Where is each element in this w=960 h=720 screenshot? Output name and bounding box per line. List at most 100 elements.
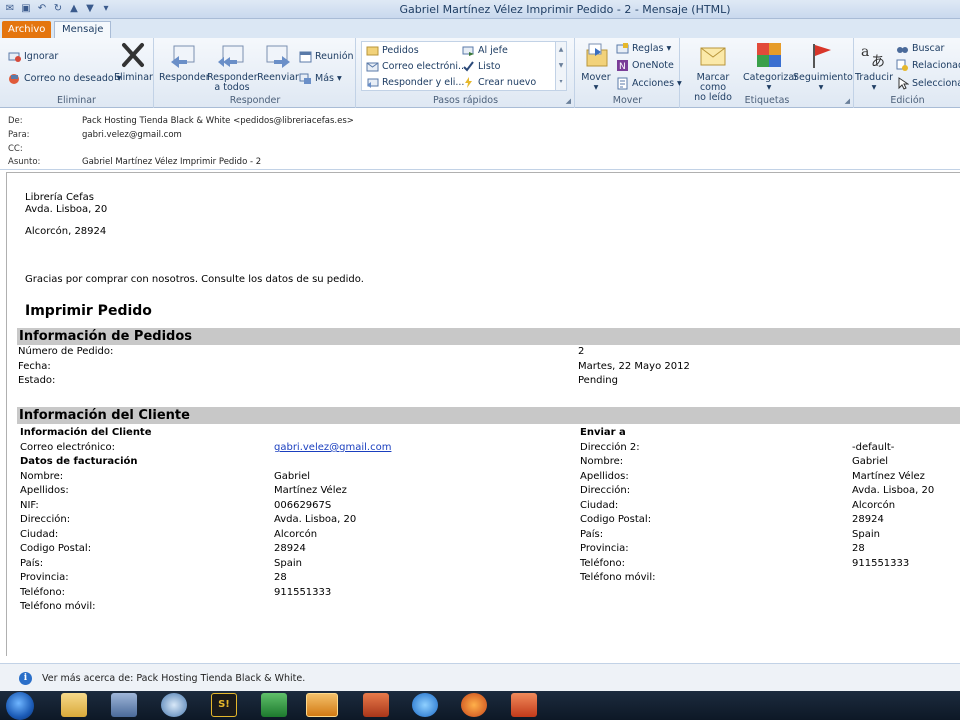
translate-button[interactable]: aあ Traducir ▾ bbox=[855, 40, 893, 93]
more-icon bbox=[299, 73, 311, 84]
junk-icon bbox=[9, 74, 19, 84]
billing-label: Ciudad: bbox=[20, 529, 59, 540]
categorize-button[interactable]: Categorizar ▾ bbox=[743, 40, 798, 93]
quick-step-listo[interactable]: Listo bbox=[462, 60, 500, 73]
quick-step-correo[interactable]: Correo electróni... bbox=[366, 60, 467, 73]
excel-icon[interactable] bbox=[261, 693, 287, 717]
ship-label: Apellidos: bbox=[580, 471, 629, 482]
billing-value: 911551333 bbox=[274, 587, 332, 598]
store-city: Alcorcón, 28924 bbox=[25, 226, 107, 237]
more-button[interactable]: Más ▾ bbox=[299, 72, 342, 85]
categorize-icon bbox=[757, 43, 781, 67]
lightning-icon bbox=[465, 77, 472, 88]
svg-text:a: a bbox=[861, 44, 869, 60]
internet-explorer-icon[interactable] bbox=[412, 693, 438, 717]
onenote-icon: N bbox=[617, 60, 628, 72]
to-value[interactable]: gabri.velez@gmail.com bbox=[82, 130, 182, 140]
group-label-quick-steps: Pasos rápidos bbox=[432, 95, 499, 106]
firefox-icon[interactable] bbox=[461, 693, 487, 717]
book-app-icon[interactable] bbox=[363, 693, 389, 717]
tab-message[interactable]: Mensaje bbox=[54, 21, 112, 39]
billing-value: Avda. Lisboa, 20 bbox=[274, 514, 357, 525]
group-label-eliminar: Eliminar bbox=[57, 95, 96, 106]
forward-button[interactable]: Reenviar bbox=[257, 40, 299, 83]
quick-step-crear-nuevo[interactable]: Crear nuevo bbox=[462, 76, 536, 89]
billing-value: Gabriel bbox=[274, 471, 311, 482]
ship-value: Avda. Lisboa, 20 bbox=[852, 485, 935, 496]
ship-label: Nombre: bbox=[580, 456, 624, 467]
meeting-button[interactable]: Reunión bbox=[299, 50, 354, 63]
orders-section-header: Información de Pedidos bbox=[17, 328, 960, 345]
move-button[interactable]: Mover ▾ bbox=[578, 40, 614, 93]
ship-value: 28 bbox=[852, 543, 865, 554]
ship-value: Gabriel bbox=[852, 456, 889, 467]
ship-label: Teléfono móvil: bbox=[580, 572, 656, 583]
ignore-button[interactable]: Ignorar bbox=[8, 50, 58, 63]
gallery-scroll[interactable]: ▲ ▼ ▾ bbox=[555, 42, 566, 90]
email-link[interactable]: gabri.velez@gmail.com bbox=[274, 441, 391, 456]
group-quick-steps: Pedidos Al jefe Correo electróni... List… bbox=[357, 38, 575, 108]
cursor-icon bbox=[898, 77, 909, 90]
billing-label: Codigo Postal: bbox=[20, 543, 92, 554]
app-icon[interactable] bbox=[111, 693, 137, 717]
quick-step-reply-delete[interactable]: Responder y eli... bbox=[366, 76, 464, 89]
select-button[interactable]: Seleccionar bbox=[896, 77, 960, 90]
powerpoint-icon[interactable] bbox=[511, 693, 537, 717]
svg-text:あ: あ bbox=[871, 54, 885, 70]
window-title: Gabriel Martínez Vélez Imprimir Pedido -… bbox=[399, 3, 731, 16]
ship-value: Alcorcón bbox=[852, 500, 896, 511]
order-number-value: 2 bbox=[578, 346, 585, 357]
order-status-label: Estado: bbox=[18, 375, 56, 386]
delete-button[interactable]: Eliminar bbox=[114, 40, 153, 83]
related-icon bbox=[896, 59, 908, 71]
ship-label: Codigo Postal: bbox=[580, 514, 652, 525]
followup-button[interactable]: Seguimiento ▾ bbox=[793, 40, 853, 93]
flag-icon bbox=[813, 44, 831, 68]
chevron-down-icon: ▾ bbox=[871, 82, 877, 93]
reply-delete-icon bbox=[367, 78, 379, 88]
start-button-icon[interactable] bbox=[6, 692, 34, 720]
order-number-label: Número de Pedido: bbox=[18, 346, 114, 357]
tab-file[interactable]: Archivo bbox=[2, 21, 52, 38]
quick-step-pedidos[interactable]: Pedidos bbox=[366, 44, 419, 57]
svg-text:N: N bbox=[619, 62, 626, 72]
explorer-icon[interactable] bbox=[61, 693, 87, 717]
delete-x-icon bbox=[122, 43, 144, 67]
media-icon[interactable] bbox=[161, 693, 187, 717]
email-label: Correo electrónico: bbox=[20, 442, 115, 453]
actions-button[interactable]: Acciones ▾ bbox=[616, 77, 682, 90]
billing-label: País: bbox=[20, 558, 44, 569]
billing-value: 28924 bbox=[274, 543, 306, 554]
order-status-value: Pending bbox=[578, 375, 618, 386]
soft-app-icon[interactable]: S! bbox=[211, 693, 237, 717]
billing-value: Spain bbox=[274, 558, 302, 569]
info-text[interactable]: Ver más acerca de: Pack Hosting Tienda B… bbox=[42, 673, 305, 684]
outlook-taskbar-icon[interactable] bbox=[306, 693, 338, 717]
reply-icon bbox=[171, 45, 195, 68]
quick-step-al-jefe[interactable]: Al jefe bbox=[462, 44, 508, 57]
reply-button[interactable]: Responder bbox=[159, 40, 210, 83]
find-button[interactable]: Buscar bbox=[896, 42, 944, 55]
chevron-down-icon: ▾ bbox=[666, 43, 672, 54]
junk-mail-button[interactable]: Correo no deseado ▾ bbox=[8, 72, 122, 85]
reply-all-button[interactable]: Responder a todos bbox=[207, 40, 258, 93]
group-edicion: aあ Traducir▾ Buscar Relacionado Seleccio… bbox=[855, 38, 960, 108]
store-name: Librería Cefas bbox=[25, 192, 94, 203]
binoculars-icon bbox=[897, 47, 908, 53]
ship-value: 911551333 bbox=[852, 558, 910, 569]
ship-value: Martínez Vélez bbox=[852, 471, 925, 482]
onenote-button[interactable]: N OneNote bbox=[616, 59, 674, 72]
billing-value: Alcorcón bbox=[274, 529, 318, 540]
ship-value: Spain bbox=[852, 529, 880, 540]
message-body[interactable]: Librería Cefas Avda. Lisboa, 20 Alcorcón… bbox=[6, 172, 960, 656]
subject-label: Asunto: bbox=[8, 157, 41, 167]
rules-button[interactable]: Reglas ▾ bbox=[616, 42, 671, 55]
ship-label: País: bbox=[580, 529, 604, 540]
ship-value: 28924 bbox=[852, 514, 884, 525]
related-button[interactable]: Relacionado bbox=[896, 59, 960, 72]
checkmark-icon bbox=[463, 61, 474, 72]
from-value[interactable]: Pack Hosting Tienda Black & White <pedid… bbox=[82, 116, 354, 126]
chevron-down-icon: ▾ bbox=[593, 82, 599, 93]
mark-unread-button[interactable]: Marcar como no leído bbox=[683, 40, 743, 103]
cc-label: CC: bbox=[8, 144, 23, 154]
